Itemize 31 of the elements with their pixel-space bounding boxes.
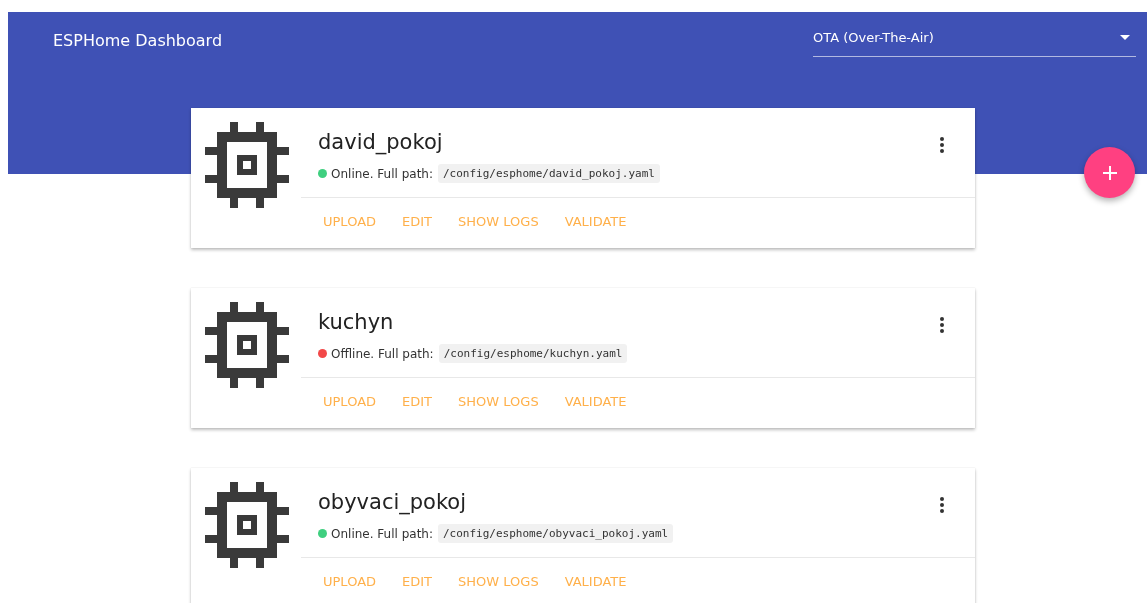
action-button[interactable]: VALIDATE [564,214,627,229]
more-icon [940,137,944,153]
device-name: obyvaci_pokoj [318,490,468,514]
action-button[interactable]: SHOW LOGS [458,214,539,229]
file-path: /config/esphome/david_pokoj.yaml [438,164,660,183]
more-icon [940,497,944,513]
status-text: Online. Full path: [331,166,433,181]
device-name: david_pokoj [318,130,444,154]
action-button[interactable]: SHOW LOGS [458,394,539,409]
chip-icon [205,302,289,388]
action-button[interactable]: SHOW LOGS [458,574,539,589]
action-button[interactable]: EDIT [402,574,433,589]
status-text: Online. Full path: [331,526,433,541]
app-title: ESPHome Dashboard [53,31,223,50]
action-button[interactable]: UPLOAD [323,394,377,409]
caret-icon [1120,35,1130,40]
upload-target-dropdown[interactable]: OTA (Over-The-Air) [813,30,1136,57]
action-button[interactable]: VALIDATE [564,574,627,589]
action-button[interactable]: EDIT [402,214,433,229]
status-text: Offline. Full path: [331,346,434,361]
add-icon [1101,164,1118,181]
action-button[interactable]: UPLOAD [323,574,377,589]
chip-icon [205,482,289,568]
device-name: kuchyn [318,310,395,334]
action-button[interactable]: UPLOAD [323,214,377,229]
action-button[interactable]: VALIDATE [564,394,627,409]
chip-icon [205,122,289,208]
file-path: /config/esphome/obyvaci_pokoj.yaml [438,524,674,543]
file-path: /config/esphome/kuchyn.yaml [438,344,628,363]
action-button[interactable]: EDIT [402,394,433,409]
more-icon [940,317,944,333]
